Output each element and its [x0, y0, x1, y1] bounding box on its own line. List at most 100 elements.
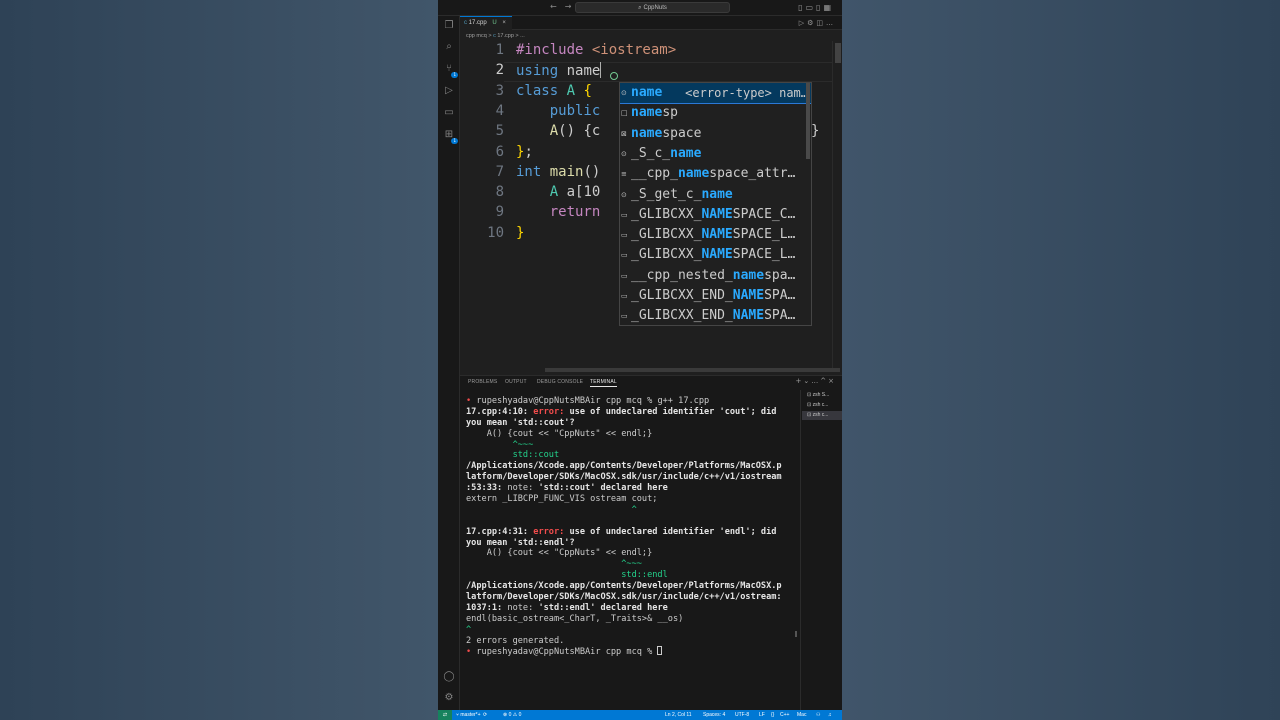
- breadcrumb-folder[interactable]: cpp mcq: [466, 33, 487, 39]
- suggest-label-text: space: [662, 125, 702, 141]
- suggest-item[interactable]: ▭ _GLIBCXX_END_NAMESPA…: [620, 286, 811, 306]
- more-actions-icon[interactable]: …: [826, 19, 836, 27]
- suggest-item[interactable]: ▭ __cpp_nested_namespa…: [620, 266, 811, 286]
- suggest-item[interactable]: ⊠ namespace: [620, 124, 811, 144]
- scrollbar-thumb[interactable]: [835, 43, 841, 63]
- remote-explorer-icon[interactable]: ▭: [443, 107, 455, 119]
- terminal-text: 'std::cout' declared here: [538, 483, 668, 494]
- encoding[interactable]: UTF-8: [735, 710, 749, 720]
- terminal-text: 'std::endl' declared here: [538, 602, 668, 613]
- code-line[interactable]: 1 #include <iostream>: [460, 42, 836, 62]
- terminal-text: •: [466, 647, 477, 658]
- tab-debug-console[interactable]: DEBUG CONSOLE: [537, 379, 583, 385]
- terminal-session-item[interactable]: ⊡ zsh S...: [807, 391, 829, 400]
- suggest-item[interactable]: ⊙ _S_get_c_name: [620, 185, 811, 205]
- code-token: ;: [524, 143, 533, 160]
- copilot-status-icon[interactable]: ⚇: [816, 710, 820, 720]
- source-control-badge: 1: [451, 72, 458, 78]
- suggest-label-text: __cpp_: [631, 166, 678, 182]
- terminal-line: /Applications/Xcode.app/Contents/Develop…: [466, 461, 796, 472]
- customize-layout-icon[interactable]: ▦: [823, 3, 834, 12]
- suggest-item[interactable]: ⊙ _S_c_name: [620, 144, 811, 164]
- suggest-item[interactable]: □ namesp: [620, 103, 811, 123]
- tab-terminal[interactable]: TERMINAL: [590, 379, 617, 387]
- terminal-line: ^: [466, 625, 796, 636]
- extensions-icon[interactable]: ⊞ 1: [443, 129, 458, 144]
- back-arrow-icon[interactable]: ←: [550, 2, 557, 11]
- tab-problems[interactable]: PROBLEMS: [468, 379, 497, 385]
- terminal-output[interactable]: • rupeshyadav@CppNutsMBAir cpp mcq % g++…: [466, 396, 796, 696]
- line-number: 1: [495, 42, 504, 58]
- run-icon[interactable]: ▷: [799, 19, 807, 27]
- indentation[interactable]: Spaces: 4: [703, 710, 725, 720]
- end-of-line[interactable]: LF: [759, 710, 765, 720]
- suggest-label-text: _GLIBCXX_: [631, 206, 702, 222]
- line-number: 2: [495, 62, 504, 79]
- tab-output[interactable]: OUTPUT: [505, 379, 527, 385]
- line-number: 8: [495, 184, 504, 201]
- notifications-icon[interactable]: ♫: [828, 710, 832, 720]
- code-token: (): [583, 163, 601, 180]
- suggest-widget[interactable]: ⊙ name <error-type> nam… □ namesp ⊠ namespace ⊙…: [619, 82, 812, 326]
- branch-status[interactable]: ⑂ master*+: [456, 710, 481, 720]
- symbol-kind-icon: ▭: [621, 312, 628, 321]
- terminal-text: note:: [507, 602, 539, 613]
- sync-icon[interactable]: ⟳: [483, 710, 487, 720]
- suggest-scrollbar[interactable]: [806, 83, 810, 159]
- suggest-item[interactable]: ≡ __cpp_namespace_attr…: [620, 164, 811, 184]
- suggest-item[interactable]: ▭ _GLIBCXX_NAMESPACE_L…: [620, 245, 811, 265]
- maximize-panel-icon[interactable]: ^: [820, 377, 828, 385]
- settings-gear-icon[interactable]: ⚙: [443, 692, 455, 704]
- remote-icon[interactable]: ⇄: [438, 710, 452, 720]
- split-editor-icon[interactable]: ◫: [816, 19, 826, 27]
- suggest-item[interactable]: ⊙ name <error-type> nam…: [620, 83, 811, 104]
- suggest-item[interactable]: ▭ _GLIBCXX_NAMESPACE_L…: [620, 225, 811, 245]
- terminal-text: 1037:1:: [466, 602, 508, 613]
- tab-filename: 17.cpp: [468, 20, 487, 26]
- text-cursor: [600, 62, 602, 79]
- editor-horizontal-scrollbar[interactable]: [545, 368, 840, 372]
- language-mode[interactable]: C++: [780, 710, 789, 720]
- source-control-icon[interactable]: ⑂ 1: [443, 63, 458, 78]
- suggest-match-text: NAME: [701, 247, 733, 263]
- code-token: class: [516, 82, 559, 99]
- symbol-kind-icon: ▭: [621, 251, 628, 260]
- command-center[interactable]: ⌕ CppNuts: [575, 2, 730, 13]
- suggest-label-text: _GLIBCXX_END_: [631, 308, 733, 324]
- breadcrumb-tail[interactable]: > ...: [515, 33, 524, 39]
- settings-icon[interactable]: ⚙: [807, 19, 816, 27]
- run-debug-icon[interactable]: ▷: [443, 85, 455, 97]
- terminal-line: latform/Developer/SDKs/MacOSX.sdk/usr/in…: [466, 592, 796, 603]
- cursor-position[interactable]: Ln 2, Col 11: [665, 710, 692, 720]
- problems-status[interactable]: ⊗ 0 ⚠ 0: [503, 710, 521, 720]
- code-text: return: [516, 204, 601, 220]
- terminal-text: you mean 'std::cout'?: [466, 417, 575, 428]
- explorer-icon[interactable]: ❐: [443, 20, 455, 32]
- toggle-panel-icon[interactable]: ▭: [805, 3, 816, 12]
- forward-arrow-icon[interactable]: →: [565, 2, 572, 11]
- terminal-line: std::cout: [466, 450, 796, 461]
- terminal-session-item[interactable]: ⊡ zsh c...: [802, 411, 842, 420]
- close-icon[interactable]: ×: [502, 20, 506, 26]
- terminal-line: you mean 'std::cout'?: [466, 418, 796, 429]
- editor-vertical-scrollbar[interactable]: [832, 41, 842, 371]
- close-panel-icon[interactable]: ×: [828, 377, 836, 385]
- terminal-text: :53:33:: [466, 483, 508, 494]
- breadcrumb-file[interactable]: 17.cpp: [497, 33, 514, 39]
- search-icon[interactable]: ⌕: [443, 41, 455, 53]
- code-line[interactable]: 2 using name: [460, 62, 836, 82]
- symbol-kind-icon: ⊙: [621, 89, 627, 97]
- code-token: <iostream>: [591, 42, 677, 58]
- terminal-session-item[interactable]: ⊡ zsh c...: [807, 401, 828, 410]
- tab-17-cpp[interactable]: c 17.cpp U ×: [460, 16, 512, 30]
- account-icon[interactable]: ◯: [443, 671, 455, 683]
- terminal-scrollbar[interactable]: [795, 631, 797, 637]
- layout-controls: ▯▭▯▦: [798, 3, 834, 12]
- suggest-item[interactable]: ▭ _GLIBCXX_END_NAMESPA…: [620, 306, 811, 325]
- more-actions-icon[interactable]: …: [811, 377, 820, 385]
- platform[interactable]: Mac: [797, 710, 806, 720]
- terminal-text: 17.cpp:4:31:: [466, 526, 534, 537]
- code-editor[interactable]: 1 #include <iostream> 2 using name 3 class A …: [460, 41, 842, 372]
- suggest-item[interactable]: ▭ _GLIBCXX_NAMESPACE_C…: [620, 205, 811, 225]
- terminal-sessions: ⊡ zsh S... ⊡ zsh c... ⊡ zsh c...: [800, 390, 842, 710]
